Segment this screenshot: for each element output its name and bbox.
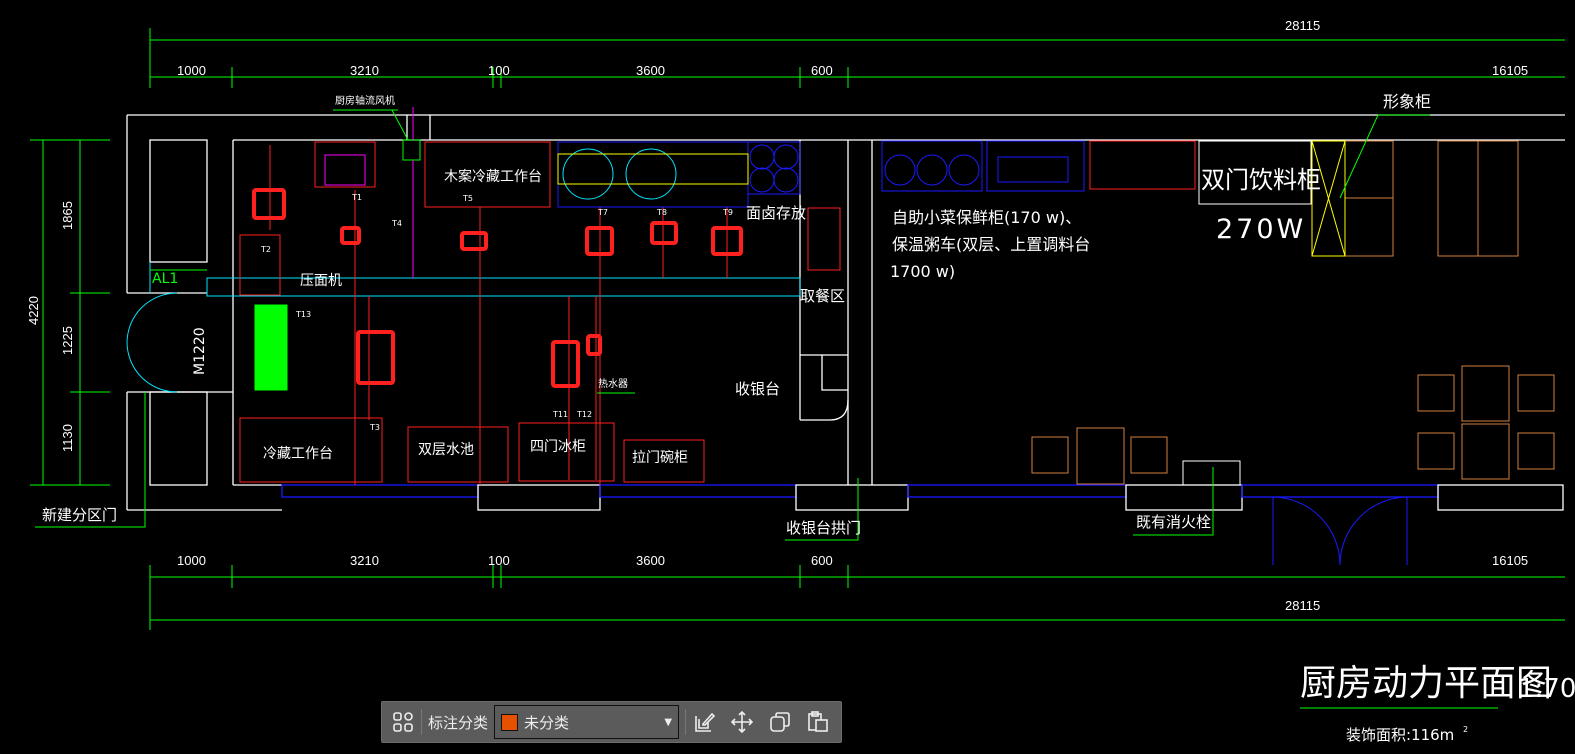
chevron-down-icon: ▼	[664, 716, 673, 728]
door-swings	[1272, 496, 1408, 566]
dim-bottom-5: 600	[811, 553, 833, 568]
label-drink-cabinet: 双门饮料柜	[1201, 166, 1321, 194]
layout-grid-icon[interactable]	[391, 710, 415, 734]
stove-burners	[562, 148, 677, 200]
gas-pipe	[557, 153, 749, 185]
dim-top-4: 3600	[636, 63, 665, 78]
toolbar-divider	[685, 709, 687, 735]
dim-left-3: 1130	[60, 424, 75, 452]
tag-t2: T2	[260, 245, 271, 254]
label-door: M1220	[192, 327, 208, 375]
label-drink-power: 270W	[1216, 214, 1306, 245]
kitchen-equipment	[239, 140, 1196, 485]
drawing-scale: 1:70	[1518, 674, 1575, 704]
hydrant-box	[1182, 460, 1241, 486]
tag-t1: T1	[351, 193, 362, 202]
drawing-area: 装饰面积:116m	[1346, 726, 1454, 744]
dim-top-6: 16105	[1492, 63, 1528, 78]
dim-left-2: 1225	[60, 326, 75, 355]
label-buffet-line1: 自助小菜保鲜柜(170 w)、	[892, 208, 1081, 227]
dim-top-2: 3210	[350, 63, 379, 78]
label-pickup: 取餐区	[800, 287, 845, 305]
cad-canvas[interactable]: 28115 1000 3210 100 3600 600 16105 1000 …	[0, 0, 1575, 754]
dim-top-3: 100	[488, 63, 510, 78]
label-display-cabinet: 形象柜	[1383, 92, 1431, 111]
annotation-toolbar: 标注分类 未分类 ▼	[381, 701, 842, 743]
door-m1220	[126, 292, 178, 393]
edit-icon[interactable]	[692, 710, 716, 734]
toolbar-divider	[421, 709, 422, 735]
dim-left-total: 4220	[26, 296, 41, 325]
dim-bottom-total: 28115	[1285, 598, 1320, 613]
tag-t8: T8	[656, 208, 667, 217]
tag-t12: T12	[576, 410, 592, 419]
dim-bottom-6: 16105	[1492, 553, 1528, 568]
counter-band	[149, 262, 801, 297]
dim-bottom-1: 1000	[177, 553, 206, 568]
dimension-top	[149, 28, 1565, 88]
tag-t13: T13	[295, 310, 311, 319]
walls	[126, 114, 1565, 511]
category-label: 标注分类	[428, 713, 489, 732]
drawing-title: 厨房动力平面图	[1300, 663, 1552, 704]
cooking-equipment	[557, 140, 1085, 208]
tag-t5: T5	[462, 194, 473, 203]
label-fan: 厨房轴流风机	[335, 94, 395, 107]
copy-icon[interactable]	[768, 710, 792, 734]
label-partition-door: 新建分区门	[42, 506, 117, 524]
dim-bottom-3: 100	[488, 553, 510, 568]
display-cabinet-x	[1311, 140, 1346, 257]
tag-t11: T11	[552, 410, 568, 419]
dim-bottom-4: 3600	[636, 553, 665, 568]
label-four-door-freezer: 四门冰柜	[530, 439, 586, 455]
label-noodle-storage: 面卤存放	[746, 204, 806, 222]
label-dish-cabinet: 拉门碗柜	[632, 450, 688, 466]
dim-top-1: 1000	[177, 63, 206, 78]
drawing-area-superscript: 2	[1463, 725, 1468, 734]
dim-top-total: 28115	[1285, 18, 1320, 33]
dim-bottom-2: 3210	[350, 553, 379, 568]
label-cashier-arch: 收银台拱门	[786, 519, 861, 537]
label-prep-fridge-table: 木案冷藏工作台	[444, 168, 542, 185]
tag-t7: T7	[597, 208, 608, 217]
tag-t9: T9	[722, 208, 733, 217]
label-buffet-line3: 1700 w)	[890, 262, 955, 281]
category-select[interactable]: 未分类 ▼	[494, 705, 680, 739]
category-color-swatch	[501, 713, 519, 731]
dim-top-5: 600	[811, 63, 833, 78]
paste-icon[interactable]	[806, 710, 830, 734]
tag-t4: T4	[391, 219, 402, 228]
dim-left-1: 1865	[60, 201, 75, 230]
label-panel: AL1	[152, 271, 178, 287]
move-icon[interactable]	[730, 710, 754, 734]
label-double-sink: 双层水池	[418, 442, 474, 458]
dimension-bottom	[149, 565, 1565, 630]
label-fridge-table: 冷藏工作台	[263, 446, 333, 462]
label-hydrant: 既有消火栓	[1136, 513, 1211, 531]
category-select-value: 未分类	[524, 713, 570, 732]
dough-press-machine	[254, 304, 288, 391]
label-buffet-line2: 保温粥车(双层、上置调料台	[892, 235, 1090, 254]
label-cashier: 收银台	[735, 380, 780, 398]
label-water-heater: 热水器	[598, 377, 628, 390]
tag-t3: T3	[369, 423, 380, 432]
label-dough-press: 压面机	[300, 273, 342, 289]
fan-icon	[402, 139, 421, 161]
